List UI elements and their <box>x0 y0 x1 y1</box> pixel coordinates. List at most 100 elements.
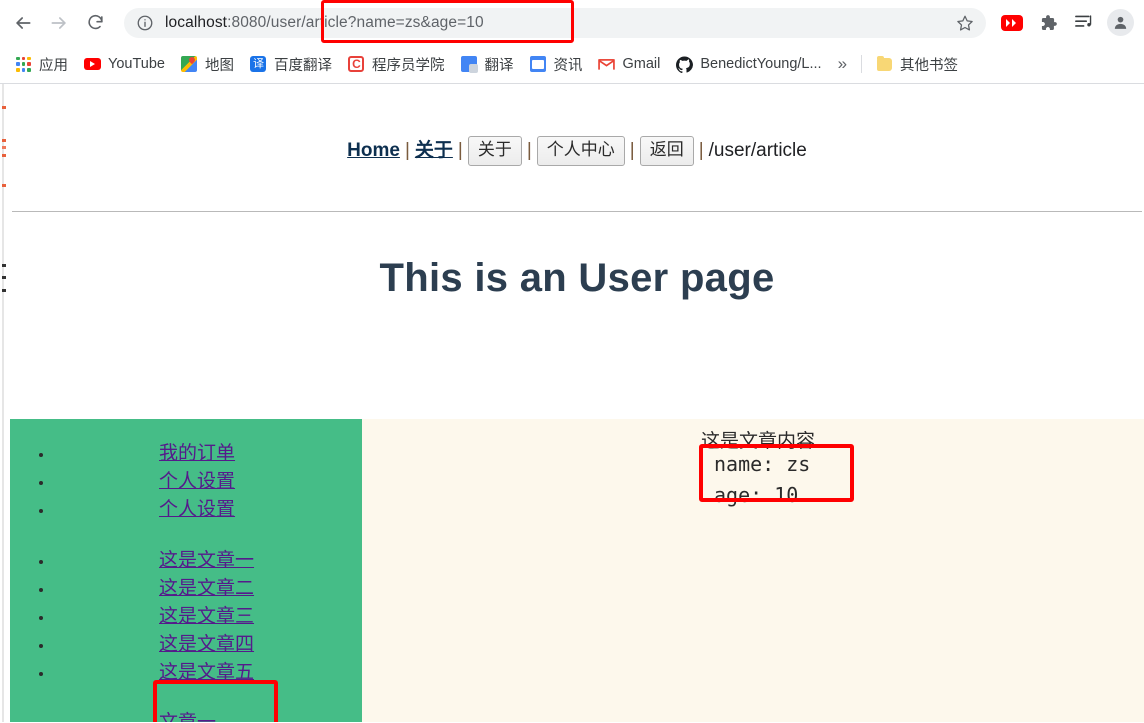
sidebar-link-settings-2[interactable]: 个人设置 <box>159 496 235 524</box>
current-path-text: /user/article <box>708 140 807 161</box>
nav-about-link[interactable]: 关于 <box>415 140 453 161</box>
back-arrow-icon[interactable] <box>8 8 38 38</box>
google-maps-icon <box>181 56 198 73</box>
back-button[interactable]: 返回 <box>639 136 694 166</box>
google-news-icon <box>529 56 546 73</box>
bookmarks-overflow-button[interactable]: » <box>830 54 855 74</box>
url-query: article?name=zs&age=10 <box>305 13 484 31</box>
nav-separator: | <box>698 140 704 161</box>
sidebar-link-article-5[interactable]: 这是文章五 <box>159 659 254 687</box>
content-panel: 这是文章内容 name: zs age: 10 <box>362 419 1144 722</box>
sidebar-group-params: 文章一 文章二 文章三 <box>10 687 362 722</box>
about-button[interactable]: 关于 <box>467 136 522 166</box>
rail-mark <box>2 289 6 292</box>
sidebar-link-article-2[interactable]: 这是文章二 <box>159 575 254 603</box>
apps-grid-icon <box>15 56 32 73</box>
article-age-value: age: 10 <box>714 483 799 507</box>
list-item: 这是文章四 <box>54 631 362 659</box>
rail-mark <box>2 184 6 187</box>
info-circle-icon[interactable] <box>136 14 154 32</box>
page-columns: 我的订单 个人设置 个人设置 这是文章一 这是文章二 这是文章三 这是文章四 这… <box>10 419 1144 722</box>
reload-icon[interactable] <box>80 8 110 38</box>
profile-avatar-icon[interactable] <box>1104 7 1136 39</box>
rail-mark <box>2 264 6 267</box>
sidebar-link-my-orders[interactable]: 我的订单 <box>159 440 235 468</box>
page-viewport: Home | 关于 | 关于 | 个人中心 | 返回 |/user/article This is… <box>0 84 1144 722</box>
web-page: Home | 关于 | 关于 | 个人中心 | 返回 |/user/article This is… <box>10 84 1144 722</box>
bookmark-apps[interactable]: 应用 <box>7 50 76 78</box>
sidebar-link-settings-1[interactable]: 个人设置 <box>159 468 235 496</box>
github-icon <box>676 55 694 73</box>
url-text: localhost:8080/user/article?name=zs&age=… <box>165 14 484 32</box>
bookmark-label: 地图 <box>204 57 234 74</box>
google-translate-icon <box>460 56 478 73</box>
page-edge-rail <box>2 84 6 722</box>
bookmark-youtube[interactable]: YouTube <box>76 50 173 78</box>
bookmark-news[interactable]: 资讯 <box>521 50 590 78</box>
nav-separator: | <box>404 140 410 161</box>
bookmarks-bar: 应用 YouTube 地图 译 百度翻译 C 程序员学院 翻译 资讯 Gmail… <box>0 45 1144 84</box>
omnibox[interactable]: localhost:8080/user/article?name=zs&age=… <box>124 7 986 38</box>
sidebar-link-wenzhang-1[interactable]: 文章一 <box>159 709 216 722</box>
sidebar-link-article-4[interactable]: 这是文章四 <box>159 631 254 659</box>
list-item: 这是文章五 <box>54 659 362 687</box>
folder-icon <box>876 55 893 73</box>
gmail-icon <box>598 56 616 73</box>
bookmark-maps[interactable]: 地图 <box>173 50 242 78</box>
bookmark-label: 翻译 <box>484 57 514 74</box>
browser-chrome: localhost:8080/user/article?name=zs&age=… <box>0 0 1144 84</box>
bookmark-label: 其他书签 <box>900 57 959 74</box>
bookmark-label: YouTube <box>108 56 165 72</box>
list-item: 这是文章三 <box>54 603 362 631</box>
nav-home-link[interactable]: Home <box>347 140 400 161</box>
list-item: 这是文章二 <box>54 575 362 603</box>
bookmark-label: BenedictYoung/L... <box>700 56 822 72</box>
page-title: This is an User page <box>379 255 775 300</box>
nav-separator: | <box>526 140 532 161</box>
sidebar-link-article-1[interactable]: 这是文章一 <box>159 547 254 575</box>
media-playlist-icon[interactable] <box>1068 7 1100 39</box>
url-path: :8080/user/ <box>227 13 306 31</box>
page-nav: Home | 关于 | 关于 | 个人中心 | 返回 |/user/article <box>10 84 1144 166</box>
list-item: 这是文章一 <box>54 547 362 575</box>
rail-mark <box>2 154 6 157</box>
bookmark-gmail[interactable]: Gmail <box>590 50 668 78</box>
bookmark-label: 资讯 <box>553 57 583 74</box>
csdn-college-icon: C <box>348 56 365 73</box>
rail-mark <box>2 106 6 109</box>
rail-mark <box>2 139 6 142</box>
rail-mark <box>2 146 6 149</box>
bookmark-google-translate[interactable]: 翻译 <box>452 50 521 78</box>
bookmark-star-icon[interactable] <box>956 14 974 32</box>
youtube-extension-icon[interactable] <box>996 7 1028 39</box>
sidebar-link-article-3[interactable]: 这是文章三 <box>159 603 254 631</box>
bookmark-label: 程序员学院 <box>371 57 445 74</box>
url-host: localhost <box>165 13 228 31</box>
list-item: 个人设置 <box>54 496 362 524</box>
bookmarks-divider <box>861 55 863 73</box>
article-params: name: zs age: 10 <box>714 449 810 511</box>
rail-mark <box>2 276 6 279</box>
page-divider <box>12 210 1142 212</box>
bookmark-label: Gmail <box>622 56 661 72</box>
nav-separator: | <box>629 140 635 161</box>
bookmark-baidu-translate[interactable]: 译 百度翻译 <box>242 50 340 78</box>
baidu-translate-icon: 译 <box>250 56 267 73</box>
browser-toolbar: localhost:8080/user/article?name=zs&age=… <box>0 0 1144 45</box>
list-item: 个人设置 <box>54 468 362 496</box>
list-item: 文章一 <box>54 709 362 722</box>
forward-arrow-icon[interactable] <box>44 8 74 38</box>
sidebar-panel: 我的订单 个人设置 个人设置 这是文章一 这是文章二 这是文章三 这是文章四 这… <box>10 419 362 722</box>
article-name-value: name: zs <box>714 452 811 476</box>
sidebar-group-account: 我的订单 个人设置 个人设置 <box>10 419 362 524</box>
bookmark-github[interactable]: BenedictYoung/L... <box>668 50 829 78</box>
sidebar-group-articles: 这是文章一 这是文章二 这是文章三 这是文章四 这是文章五 <box>10 524 362 687</box>
list-item: 我的订单 <box>54 440 362 468</box>
bookmark-label: 应用 <box>39 57 68 74</box>
youtube-icon <box>84 56 101 73</box>
profile-center-button[interactable]: 个人中心 <box>536 136 625 166</box>
bookmark-other-folder[interactable]: 其他书签 <box>868 50 966 78</box>
address-bar[interactable]: localhost:8080/user/article?name=zs&age=… <box>124 0 986 43</box>
extensions-puzzle-icon[interactable] <box>1032 7 1064 39</box>
bookmark-csdn-college[interactable]: C 程序员学院 <box>340 50 453 78</box>
